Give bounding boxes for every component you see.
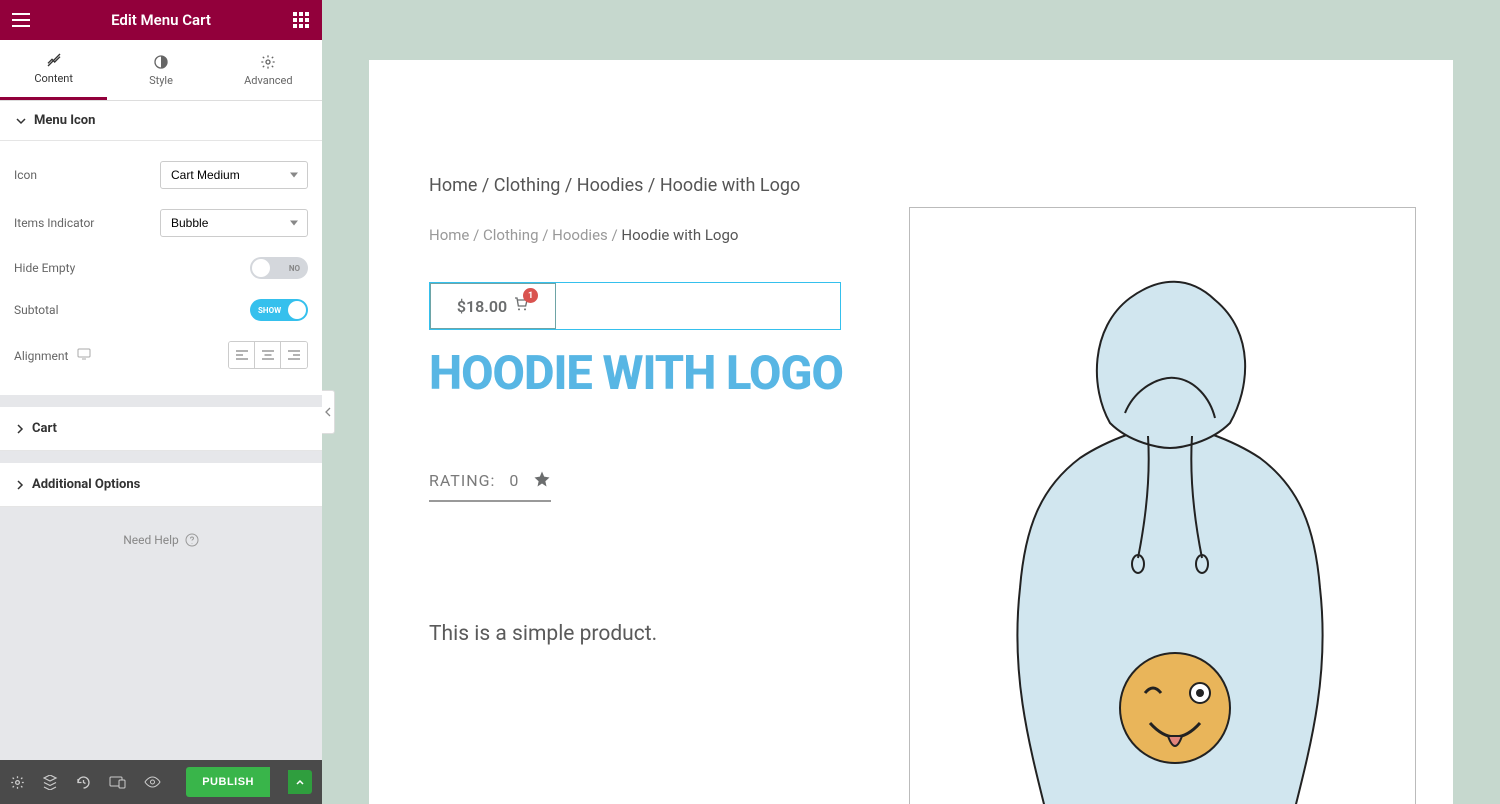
icon-select[interactable]: Cart Medium bbox=[160, 161, 308, 189]
hide-empty-label: Hide Empty bbox=[14, 261, 250, 275]
align-center-button[interactable] bbox=[255, 342, 281, 368]
subtotal-toggle[interactable]: SHOW bbox=[250, 299, 308, 321]
bc-home[interactable]: Home bbox=[429, 226, 469, 244]
responsive-mode-icon[interactable] bbox=[109, 776, 126, 789]
caret-right-icon bbox=[16, 424, 24, 434]
panel-title: Edit Menu Cart bbox=[111, 11, 211, 29]
widgets-grid-icon[interactable] bbox=[290, 9, 312, 31]
settings-tabs: Content Style Advanced bbox=[0, 40, 322, 101]
section-additional-options[interactable]: Additional Options bbox=[0, 463, 322, 507]
tab-advanced[interactable]: Advanced bbox=[215, 40, 322, 100]
alignment-buttons bbox=[228, 341, 308, 369]
star-icon bbox=[533, 470, 551, 492]
bc-clothing[interactable]: Clothing bbox=[483, 226, 539, 244]
page-content: Home / Clothing / Hoodies / Hoodie with … bbox=[369, 60, 1453, 804]
menu-icon-controls: Icon Cart Medium Items Indicator Bubble … bbox=[0, 141, 322, 395]
publish-options-button[interactable] bbox=[288, 770, 312, 794]
section-cart[interactable]: Cart bbox=[0, 407, 322, 451]
rating-value: 0 bbox=[509, 471, 519, 490]
sidebar-footer: PUBLISH bbox=[0, 760, 322, 804]
tab-content[interactable]: Content bbox=[0, 40, 107, 100]
publish-button[interactable]: PUBLISH bbox=[186, 767, 270, 797]
product-rating: RATING: 0 bbox=[429, 470, 551, 502]
chevron-left-icon bbox=[325, 407, 331, 417]
menu-cart-widget[interactable]: $18.00 1 bbox=[429, 282, 841, 330]
cart-count-badge: 1 bbox=[523, 288, 538, 303]
indicator-select[interactable]: Bubble bbox=[160, 209, 308, 237]
editor-sidebar: Edit Menu Cart Content Style Advanced Me… bbox=[0, 0, 322, 804]
navigator-icon[interactable] bbox=[43, 775, 58, 790]
section-menu-icon[interactable]: Menu Icon bbox=[0, 101, 322, 141]
cart-subtotal: $18.00 bbox=[457, 297, 507, 316]
caret-down-icon bbox=[16, 116, 26, 126]
breadcrumb-main[interactable]: Home / Clothing / Hoodies / Hoodie with … bbox=[429, 175, 1393, 196]
history-icon[interactable] bbox=[76, 775, 91, 790]
bc-current: Hoodie with Logo bbox=[621, 226, 738, 244]
sidebar-header: Edit Menu Cart bbox=[0, 0, 322, 40]
preview-icon[interactable] bbox=[144, 776, 161, 788]
subtotal-label: Subtotal bbox=[14, 303, 250, 317]
alignment-label: Alignment bbox=[14, 348, 228, 363]
collapse-panel-button[interactable] bbox=[322, 390, 335, 434]
cart-icon: 1 bbox=[513, 296, 529, 316]
need-help-link[interactable]: Need Help bbox=[0, 507, 322, 573]
indicator-label: Items Indicator bbox=[14, 216, 160, 230]
bc-hoodies[interactable]: Hoodies bbox=[552, 226, 608, 244]
align-left-button[interactable] bbox=[229, 342, 255, 368]
preview-canvas: Home / Clothing / Hoodies / Hoodie with … bbox=[322, 0, 1500, 804]
responsive-icon[interactable] bbox=[77, 349, 91, 363]
help-icon bbox=[185, 533, 199, 547]
product-image[interactable] bbox=[909, 207, 1416, 804]
align-right-button[interactable] bbox=[281, 342, 307, 368]
hamburger-menu-icon[interactable] bbox=[10, 9, 32, 31]
tab-style[interactable]: Style bbox=[107, 40, 214, 100]
hide-empty-toggle[interactable]: NO bbox=[250, 257, 308, 279]
icon-label: Icon bbox=[14, 168, 160, 182]
settings-icon[interactable] bbox=[10, 775, 25, 790]
caret-right-icon bbox=[16, 480, 24, 490]
menu-cart-button[interactable]: $18.00 1 bbox=[430, 283, 556, 329]
